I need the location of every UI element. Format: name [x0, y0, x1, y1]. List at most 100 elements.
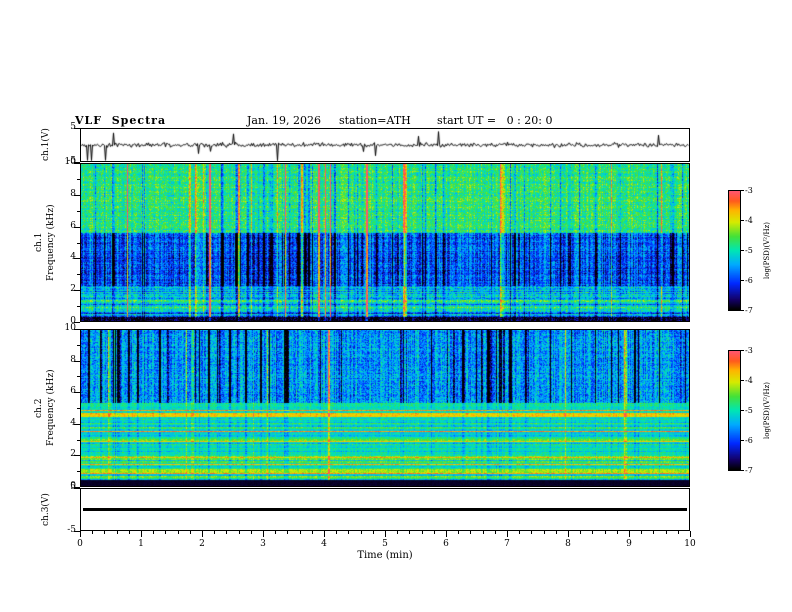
x-minor-tick-mark	[458, 531, 460, 534]
x-tick-mark	[202, 531, 203, 537]
ch1-spectrogram-canvas	[81, 164, 689, 321]
x-minor-tick-mark	[677, 531, 679, 534]
x-minor-tick-mark	[555, 531, 557, 534]
ch3-flatline	[83, 508, 687, 511]
x-tick-label: 5	[382, 539, 388, 549]
x-tick-mark	[385, 531, 386, 537]
ch1-waveform-canvas	[81, 129, 689, 161]
x-minor-tick-mark	[433, 531, 435, 534]
x-tick-mark	[629, 531, 630, 537]
x-minor-tick-mark	[177, 531, 179, 534]
colorbar-ch1-label: log(PSD)(V²/Hz)	[763, 222, 771, 279]
ch2-frequency-axis-label: Frequency (kHz)	[46, 369, 56, 447]
colorbar-tick-mark	[741, 440, 744, 441]
ch2-spectrogram-canvas	[81, 330, 689, 486]
x-minor-tick-mark	[409, 531, 411, 534]
y-minor-tick-mark	[77, 242, 80, 244]
colorbar-tick-mark	[741, 310, 744, 311]
x-tick-mark	[80, 531, 81, 537]
y-minor-tick-mark	[77, 306, 80, 308]
x-minor-tick-mark	[165, 531, 167, 534]
x-tick-label: 4	[321, 539, 327, 549]
x-tick-label: 2	[199, 539, 205, 549]
x-minor-tick-mark	[592, 531, 594, 534]
colorbar-ch1	[728, 190, 741, 311]
colorbar-tick-label: -3	[745, 186, 753, 195]
colorbar-tick-mark	[741, 380, 744, 381]
ch3-waveform-panel	[80, 488, 690, 531]
x-tick-label: 6	[443, 539, 449, 549]
colorbar-tick-label: -6	[745, 276, 753, 285]
x-minor-tick-mark	[214, 531, 216, 534]
x-minor-tick-mark	[604, 531, 606, 534]
x-minor-tick-mark	[616, 531, 618, 534]
colorbar-tick-mark	[741, 470, 744, 471]
y-tick-label: 6	[70, 220, 76, 231]
ch1-spectrogram-channel-label: ch.1	[34, 232, 44, 253]
x-minor-tick-mark	[519, 531, 521, 534]
x-tick-mark	[507, 531, 508, 537]
colorbar-tick-label: -7	[745, 306, 753, 315]
y-tick-label: 10	[64, 157, 76, 167]
colorbar-tick-mark	[741, 410, 744, 411]
x-tick-mark	[141, 531, 142, 537]
station-label: station=ATH	[339, 114, 411, 127]
x-minor-tick-mark	[104, 531, 106, 534]
y-tick-label: 10	[64, 323, 76, 333]
colorbar-tick-mark	[741, 190, 744, 191]
x-minor-tick-mark	[311, 531, 313, 534]
ch1-waveform-panel	[80, 128, 690, 162]
x-minor-tick-mark	[336, 531, 338, 534]
x-minor-tick-mark	[372, 531, 374, 534]
x-minor-tick-mark	[360, 531, 362, 534]
y-minor-tick-mark	[77, 210, 80, 212]
y-minor-tick-mark	[77, 344, 80, 346]
x-minor-tick-mark	[226, 531, 228, 534]
y-tick-label: 4	[70, 417, 76, 428]
x-minor-tick-mark	[238, 531, 240, 534]
date-label: Jan. 19, 2026	[247, 114, 322, 127]
colorbar-tick-mark	[741, 220, 744, 221]
x-minor-tick-mark	[287, 531, 289, 534]
colorbar-tick-label: -5	[745, 246, 753, 255]
x-minor-tick-mark	[482, 531, 484, 534]
x-minor-tick-mark	[275, 531, 277, 534]
x-minor-tick-mark	[470, 531, 472, 534]
y-minor-tick-mark	[77, 408, 80, 409]
x-minor-tick-mark	[397, 531, 399, 534]
ch1-spectrogram-panel	[80, 163, 690, 322]
y-tick-label: 8	[70, 354, 76, 365]
colorbar-ch1-gradient	[729, 191, 740, 310]
x-tick-mark	[690, 531, 691, 537]
plot-title: VLF Spectra	[75, 114, 167, 127]
x-minor-tick-mark	[543, 531, 545, 534]
colorbar-tick-label: -7	[745, 466, 753, 475]
x-minor-tick-mark	[189, 531, 191, 534]
ch1-frequency-axis-label: Frequency (kHz)	[46, 204, 56, 281]
x-tick-mark	[263, 531, 264, 537]
x-tick-label: 0	[77, 539, 83, 549]
x-minor-tick-mark	[665, 531, 667, 534]
y-tick-label: 8	[70, 188, 76, 199]
x-minor-tick-mark	[421, 531, 423, 534]
x-minor-tick-mark	[116, 531, 118, 534]
y-minor-tick-mark	[77, 439, 80, 441]
x-minor-tick-mark	[494, 531, 496, 534]
x-minor-tick-mark	[531, 531, 533, 534]
y-tick-label: 4	[70, 252, 76, 263]
colorbar-tick-label: -4	[745, 216, 753, 225]
y-tick-label: 2	[70, 449, 76, 460]
ch2-spectrogram-panel	[80, 329, 690, 487]
colorbar-tick-mark	[741, 280, 744, 281]
x-tick-label: 10	[684, 539, 696, 549]
colorbar-ch2-label: log(PSD)(V²/Hz)	[763, 382, 771, 439]
start-ut-label: start UT = 0 : 20: 0	[437, 114, 553, 127]
x-minor-tick-mark	[653, 531, 655, 534]
colorbar-tick-label: -6	[745, 436, 753, 445]
x-minor-tick-mark	[299, 531, 301, 534]
y-tick-label: -5	[67, 525, 76, 535]
y-tick-label: 5	[70, 122, 76, 132]
x-tick-label: 9	[626, 539, 632, 549]
y-minor-tick-mark	[77, 178, 80, 180]
y-tick-label: 2	[70, 284, 76, 295]
